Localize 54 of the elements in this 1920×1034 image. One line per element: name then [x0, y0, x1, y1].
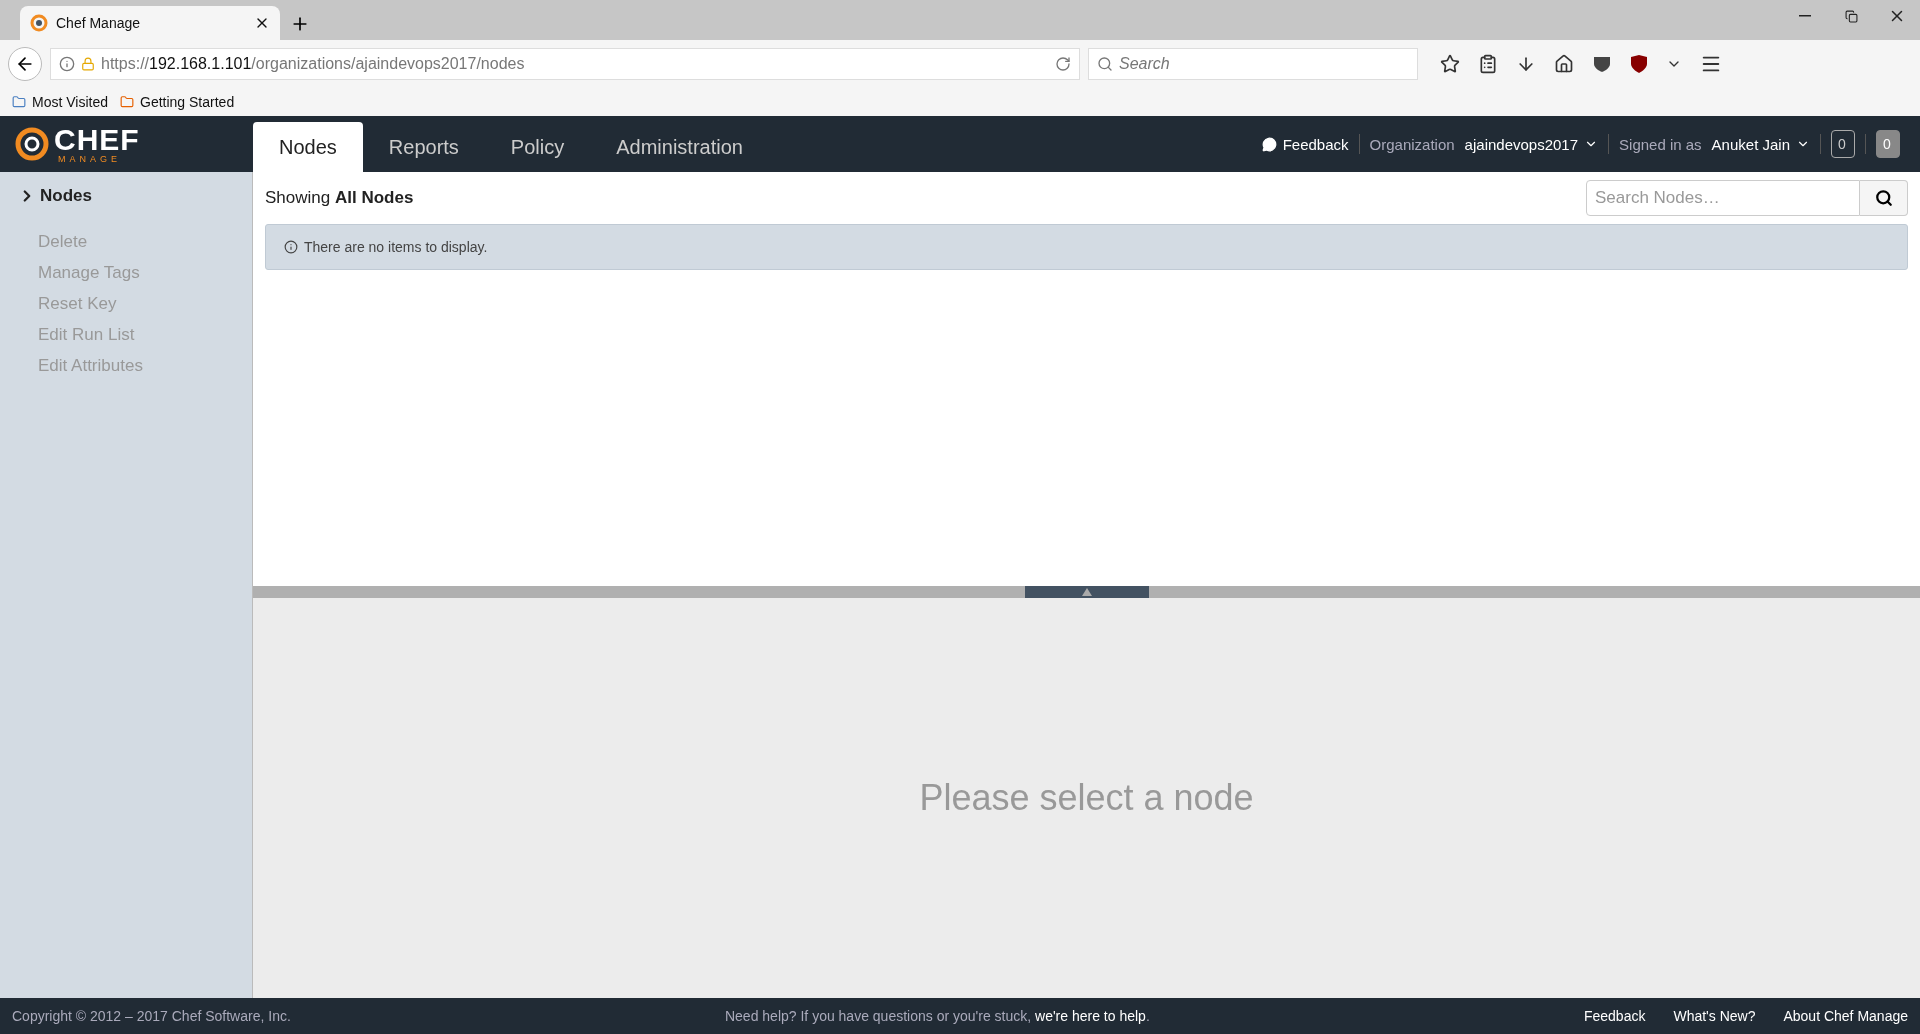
bookmark-link[interactable]: Most Visited	[12, 94, 108, 110]
footer-link[interactable]: About Chef Manage	[1783, 1008, 1908, 1024]
nav-tab[interactable]: Reports	[362, 122, 485, 172]
nav-tab[interactable]: Nodes	[253, 122, 363, 172]
placeholder-message: Please select a node	[919, 777, 1254, 819]
copyright-text: Copyright © 2012 – 2017 Chef Software, Inc.	[12, 1008, 291, 1024]
search-icon	[1097, 56, 1113, 72]
tab-title: Chef Manage	[56, 15, 142, 31]
ublock-shield-icon[interactable]	[1630, 54, 1648, 74]
showing-label: Showing All Nodes	[265, 188, 414, 208]
footer-link[interactable]: What's New?	[1673, 1008, 1756, 1024]
splitter-handle[interactable]	[1024, 586, 1149, 598]
counter-badge[interactable]: 0	[1876, 130, 1900, 158]
info-icon[interactable]	[59, 56, 75, 72]
organization-dropdown[interactable]: ajaindevops2017	[1464, 135, 1599, 153]
chef-logo-icon	[30, 14, 48, 32]
up-triangle-icon	[1081, 588, 1092, 596]
minimize-icon	[1799, 15, 1811, 17]
search-nodes-field[interactable]: Search Nodes…	[1586, 180, 1860, 216]
folder-icon	[120, 95, 134, 109]
search-placeholder: Search	[1119, 55, 1170, 73]
folder-icon	[12, 95, 26, 109]
help-link[interactable]: we're here to help	[1035, 1008, 1146, 1024]
logo-subtitle: MANAGE	[57, 154, 122, 164]
back-button[interactable]	[8, 47, 42, 81]
reload-icon[interactable]	[1055, 56, 1071, 72]
signed-in-label: Signed in as	[1619, 135, 1702, 153]
nav-tab[interactable]: Administration	[590, 122, 769, 172]
url-text: https://192.168.1.101/organizations/ajaindevops2017/nodes	[101, 55, 525, 73]
address-bar[interactable]: https://192.168.1.101/organizations/ajaindevops2017/nodes	[50, 48, 1080, 80]
reading-list-icon[interactable]	[1478, 54, 1498, 74]
bookmark-star-icon[interactable]	[1440, 54, 1460, 74]
search-button[interactable]	[1860, 180, 1908, 216]
help-text: Need help? If you have questions or you're stuck, we're here to help.	[724, 1008, 1150, 1024]
restore-icon	[1844, 9, 1858, 23]
chef-logo-icon	[14, 126, 50, 162]
footer-link[interactable]: Feedback	[1583, 1008, 1646, 1024]
browser-tab[interactable]: Chef Manage	[20, 6, 280, 40]
lock-icon	[81, 57, 95, 71]
logo-wordmark: CHEF	[54, 124, 140, 155]
user-dropdown[interactable]: Anuket Jain	[1711, 135, 1810, 153]
organization-label: Organization	[1369, 135, 1455, 153]
speech-bubble-icon	[1261, 136, 1277, 152]
feedback-link[interactable]: Feedback	[1261, 135, 1349, 153]
counter-badge[interactable]: 0	[1831, 130, 1855, 158]
info-icon	[284, 240, 298, 254]
bookmark-link[interactable]: Getting Started	[120, 94, 235, 110]
sidebar-title: Nodes	[40, 186, 92, 206]
search-icon	[1874, 189, 1893, 207]
browser-search-field[interactable]: Search	[1088, 48, 1418, 80]
shield-icon[interactable]	[1592, 54, 1612, 74]
home-icon[interactable]	[1554, 54, 1574, 74]
nav-tab[interactable]: Policy	[484, 122, 591, 172]
empty-message: There are no items to display.	[304, 239, 488, 255]
